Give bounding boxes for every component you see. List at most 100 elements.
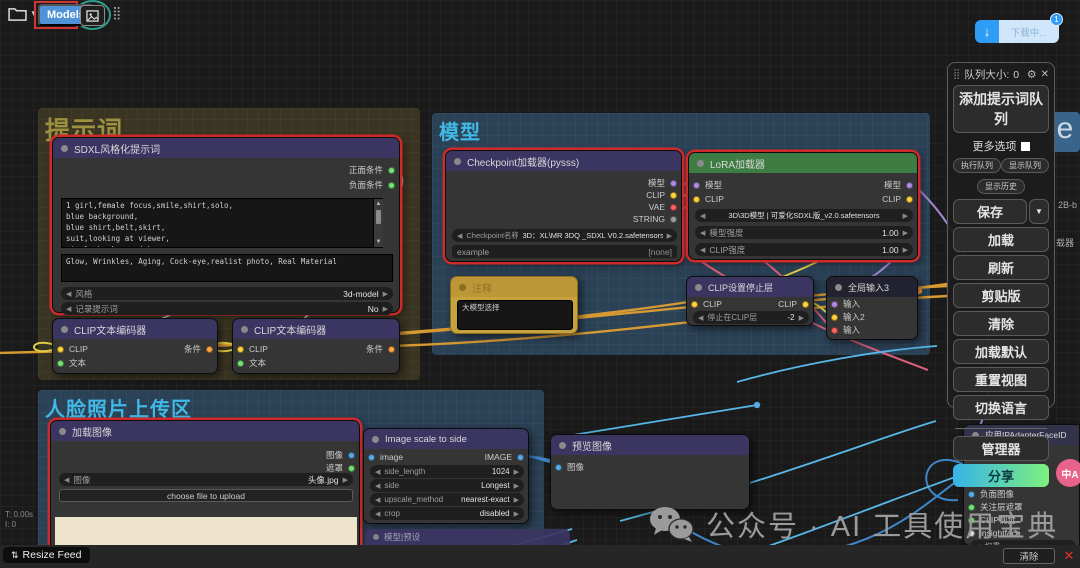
port-text-in[interactable]: 文本: [57, 357, 86, 369]
node-header[interactable]: Image scale to side: [364, 429, 528, 449]
collapse-dot-icon[interactable]: [372, 436, 379, 443]
collapse-dot-icon[interactable]: [559, 442, 566, 449]
drag-handle-icon[interactable]: ⣿: [112, 6, 122, 21]
node-header[interactable]: Checkpoint加载器(pysss): [446, 151, 681, 171]
feed-clear-button[interactable]: 清除: [1003, 548, 1055, 564]
collapse-dot-icon[interactable]: [61, 145, 68, 152]
port-dot[interactable]: [831, 301, 838, 308]
download-button[interactable]: ↓: [975, 20, 999, 43]
resize-feed-button[interactable]: ⇅ Resize Feed: [3, 547, 90, 563]
arrow-left-icon[interactable]: ◀: [375, 482, 380, 490]
widget-side-length[interactable]: ◀ side_length 1024 ▶: [370, 465, 524, 478]
port-negative-cond[interactable]: 负面条件: [349, 179, 395, 191]
arrow-left-icon[interactable]: ◀: [64, 476, 69, 484]
arrow-right-icon[interactable]: ▶: [514, 510, 519, 518]
extra-options-row[interactable]: 更多选项: [953, 138, 1049, 154]
collapse-dot-icon[interactable]: [454, 158, 461, 165]
save-button[interactable]: 保存: [953, 199, 1027, 224]
queue-prompt-button[interactable]: 添加提示词队列: [953, 85, 1049, 133]
gear-icon[interactable]: ⚙: [1027, 68, 1037, 81]
port-dot[interactable]: [348, 465, 355, 472]
port-dot[interactable]: [693, 196, 700, 203]
port-image-out[interactable]: IMAGE: [485, 451, 524, 463]
comfy-menu[interactable]: ⣿ 队列大小: 0 ⚙ ✕ 添加提示词队列 更多选项 执行队列 显示队列 显示历…: [947, 62, 1055, 408]
refresh-button[interactable]: 刷新: [953, 255, 1049, 280]
node-header[interactable]: CLIP设置停止层: [687, 277, 813, 297]
port-dot[interactable]: [906, 196, 913, 203]
port-image-in[interactable]: 图像: [555, 461, 584, 473]
collapse-dot-icon[interactable]: [61, 326, 68, 333]
port-dot[interactable]: [368, 454, 375, 461]
arrow-left-icon[interactable]: ◀: [700, 246, 705, 254]
arrow-right-icon[interactable]: ▶: [903, 246, 908, 254]
port-dot[interactable]: [831, 314, 838, 321]
language-toggle-badge[interactable]: 中A: [1056, 459, 1080, 487]
port-clip-in[interactable]: CLIP: [57, 343, 88, 355]
port-dot[interactable]: [670, 192, 677, 199]
port-cond-out[interactable]: 条件: [184, 343, 213, 355]
node-header[interactable]: LoRA加载器: [689, 153, 917, 173]
show-history-button[interactable]: 显示历史: [977, 179, 1025, 194]
port-model-out[interactable]: 模型: [648, 177, 677, 189]
port-clip-out[interactable]: CLIP: [882, 193, 913, 205]
port-input-2[interactable]: 输入2: [831, 311, 865, 323]
arrow-left-icon[interactable]: ◀: [375, 468, 380, 476]
port-dot[interactable]: [57, 346, 64, 353]
arrow-left-icon[interactable]: ◀: [375, 496, 380, 504]
widget-ckpt-name[interactable]: ◀ Checkpoint名称 3D：XL\MR 3DQ _SDXL V0.2.s…: [452, 229, 677, 242]
node-clip-text-encode-1[interactable]: CLIP文本编码器 CLIP 文本 条件: [52, 318, 218, 374]
port-dot[interactable]: [906, 182, 913, 189]
arrow-right-icon[interactable]: ▶: [903, 229, 908, 237]
collapse-dot-icon[interactable]: [241, 326, 248, 333]
arrow-left-icon[interactable]: ◀: [457, 232, 462, 240]
arrow-right-icon[interactable]: ▶: [514, 496, 519, 504]
node-header[interactable]: CLIP文本编码器: [233, 319, 399, 339]
node-lora-loader[interactable]: LoRA加载器 模型 CLIP 模型 CLIP ◀ 3D\3D模型 | 可爱化S…: [688, 152, 918, 260]
download-widget[interactable]: ↓ 下载中... 1: [975, 20, 1059, 43]
port-dot[interactable]: [237, 360, 244, 367]
scroll-down-icon[interactable]: ▼: [374, 237, 383, 247]
port-dot[interactable]: [57, 360, 64, 367]
collapse-dot-icon[interactable]: [835, 284, 842, 291]
node-note[interactable]: 注释 大模型选择: [450, 276, 578, 334]
note-textarea[interactable]: 大模型选择: [457, 300, 573, 330]
port-image-out[interactable]: 图像: [326, 449, 355, 461]
textarea-scrollbar[interactable]: ▲ ▼: [373, 199, 383, 247]
port-image-in[interactable]: image: [368, 451, 403, 463]
collapse-dot-icon[interactable]: [59, 428, 66, 435]
arrow-right-icon[interactable]: ▶: [514, 468, 519, 476]
port-vae-out[interactable]: VAE: [649, 201, 677, 213]
port-clip-out[interactable]: CLIP: [646, 189, 677, 201]
port-dot[interactable]: [831, 327, 838, 334]
arrow-right-icon[interactable]: ▶: [514, 482, 519, 490]
port-input-3[interactable]: 输入: [831, 324, 860, 336]
port-clip-in[interactable]: CLIP: [237, 343, 268, 355]
choose-file-button[interactable]: choose file to upload: [59, 489, 353, 502]
feed-close-button[interactable]: ✕: [1060, 546, 1078, 565]
node-header[interactable]: CLIP文本编码器: [53, 319, 217, 339]
extra-options-checkbox[interactable]: [1021, 142, 1030, 151]
port-dot[interactable]: [237, 346, 244, 353]
widget-strength-model[interactable]: ◀ 模型强度 1.00 ▶: [695, 226, 913, 239]
widget-stop-at-clip-layer[interactable]: ◀ 停止在CLIP层 -2 ▶: [693, 311, 809, 324]
port-dot[interactable]: [968, 491, 975, 498]
port-dot[interactable]: [388, 167, 395, 174]
node-canvas[interactable]: 提示词 模型 人脸照片上传区 e 2B-b 载器: [0, 0, 1080, 568]
show-queue-button[interactable]: 显示队列: [1001, 158, 1049, 173]
port-string-out[interactable]: STRING: [633, 213, 677, 225]
arrow-left-icon[interactable]: ◀: [698, 314, 703, 322]
node-checkpoint-loader[interactable]: Checkpoint加载器(pysss) 模型 CLIP VAE STRING …: [445, 150, 682, 262]
collapse-dot-icon[interactable]: [373, 534, 379, 540]
node-header[interactable]: 全局输入3: [827, 277, 917, 297]
port-dot[interactable]: [670, 204, 677, 211]
arrow-left-icon[interactable]: ◀: [700, 212, 705, 220]
port-dot[interactable]: [802, 301, 809, 308]
port-dot[interactable]: [388, 182, 395, 189]
node-header[interactable]: 预览图像: [551, 435, 749, 455]
arrow-right-icon[interactable]: ▶: [343, 476, 348, 484]
collapse-dot-icon[interactable]: [695, 284, 702, 291]
port-dot[interactable]: [555, 464, 562, 471]
node-header[interactable]: 加载图像: [51, 421, 359, 441]
node-clip-text-encode-2[interactable]: CLIP文本编码器 CLIP 文本 条件: [232, 318, 400, 374]
collapse-dot-icon[interactable]: [697, 160, 704, 167]
